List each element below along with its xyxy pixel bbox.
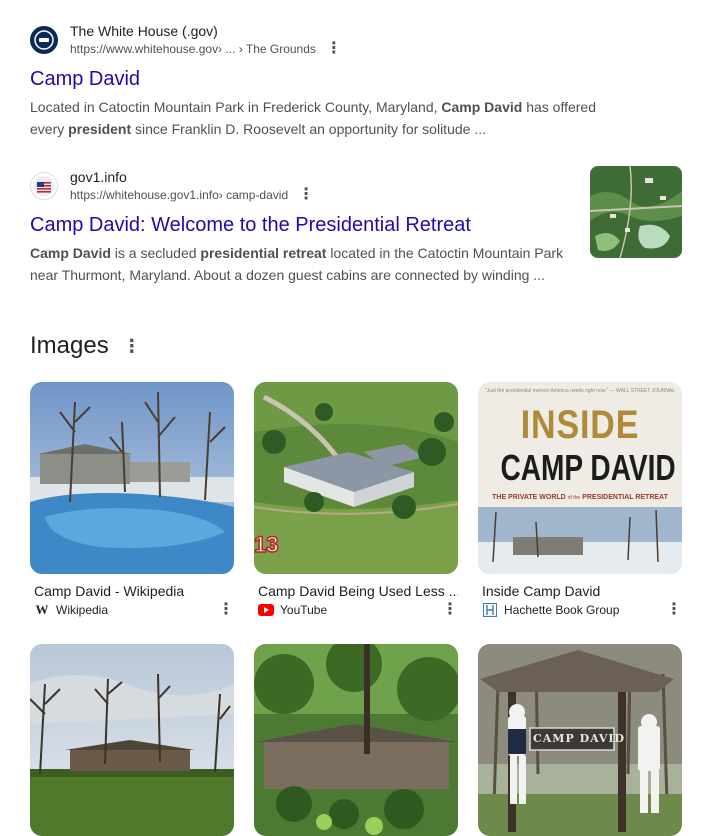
book-subtitle: THE PRIVATE WORLD of the PRESIDENTIAL RE… bbox=[492, 494, 668, 501]
more-options-icon[interactable]: ⋮ bbox=[218, 602, 234, 618]
result-source[interactable]: gov1.info https://whitehouse.gov1.info ›… bbox=[30, 168, 563, 204]
result-title-link[interactable]: Camp David bbox=[30, 66, 596, 92]
image-source[interactable]: Hachette Book Group ⋮ bbox=[478, 602, 682, 618]
images-section-header: Images ⋮ bbox=[30, 332, 141, 360]
wikipedia-icon: W bbox=[35, 602, 49, 617]
result-url: https://whitehouse.gov1.info bbox=[70, 188, 219, 202]
lodge-lawn-image[interactable] bbox=[30, 644, 234, 836]
more-options-icon[interactable]: ⋮ bbox=[442, 602, 458, 618]
book-title-line2: CAMP DAVID bbox=[500, 447, 676, 488]
us-seal-icon bbox=[30, 172, 58, 200]
image-caption: Inside Camp David bbox=[482, 583, 601, 599]
image-source[interactable]: W Wikipedia ⋮ bbox=[30, 602, 235, 618]
more-options-icon[interactable]: ⋮ bbox=[666, 602, 682, 618]
image-source-name: Wikipedia bbox=[56, 603, 109, 617]
image-source[interactable]: YouTube ⋮ bbox=[254, 602, 458, 618]
site-name: The White House (.gov) bbox=[70, 23, 218, 39]
sign-marines-image[interactable]: CAMP DAVID bbox=[478, 644, 682, 836]
image-card-2[interactable]: 13 Camp David Being Used Less ... YouTub… bbox=[254, 382, 458, 618]
result-breadcrumb: › ... › The Grounds bbox=[218, 42, 316, 56]
youtube-icon bbox=[258, 603, 274, 617]
result-url: https://www.whitehouse.gov bbox=[70, 42, 219, 56]
image-card-4[interactable] bbox=[30, 644, 234, 836]
image-card-3[interactable]: "Just the presidential memoir America ne… bbox=[478, 382, 682, 618]
images-heading: Images bbox=[30, 332, 109, 359]
aerial-house-image[interactable]: 13 bbox=[254, 382, 458, 574]
search-result-1: The White House (.gov) https://www.white… bbox=[30, 22, 596, 140]
image-card-6[interactable]: CAMP DAVID bbox=[478, 644, 682, 836]
book-title-line1: INSIDE bbox=[520, 403, 640, 447]
image-source-name: Hachette Book Group bbox=[504, 603, 620, 617]
result-snippet: Camp David is a secluded presidential re… bbox=[30, 245, 564, 283]
book-cover-image[interactable]: "Just the presidential memoir America ne… bbox=[478, 382, 682, 574]
image-source-name: YouTube bbox=[280, 603, 328, 617]
result-breadcrumb: › camp-david bbox=[218, 188, 289, 202]
more-options-icon[interactable]: ⋮ bbox=[123, 337, 141, 355]
more-options-icon[interactable]: ⋮ bbox=[326, 41, 342, 57]
result-snippet: Located in Catoctin Mountain Park in Fre… bbox=[30, 99, 596, 137]
image-card-5[interactable] bbox=[254, 644, 458, 836]
sign-text: CAMP DAVID bbox=[533, 732, 626, 745]
result-source[interactable]: The White House (.gov) https://www.white… bbox=[30, 22, 596, 58]
more-options-icon[interactable]: ⋮ bbox=[298, 187, 314, 203]
hachette-icon bbox=[482, 603, 498, 617]
pool-image[interactable] bbox=[30, 382, 234, 574]
site-name: gov1.info bbox=[70, 169, 127, 185]
image-caption: Camp David Being Used Less ... bbox=[258, 583, 458, 599]
overlay-digits: 13 bbox=[254, 532, 278, 557]
search-result-2: gov1.info https://whitehouse.gov1.info ›… bbox=[30, 168, 563, 286]
result-title-link[interactable]: Camp David: Welcome to the Presidential … bbox=[30, 212, 563, 238]
result-thumbnail[interactable] bbox=[590, 166, 682, 258]
whitehouse-seal-icon bbox=[30, 26, 58, 54]
book-quote: "Just the presidential memoir America ne… bbox=[484, 388, 676, 394]
house-garden-image[interactable] bbox=[254, 644, 458, 836]
image-card-1[interactable]: Camp David - Wikipedia W Wikipedia ⋮ bbox=[30, 382, 235, 618]
image-caption: Camp David - Wikipedia bbox=[34, 583, 185, 599]
